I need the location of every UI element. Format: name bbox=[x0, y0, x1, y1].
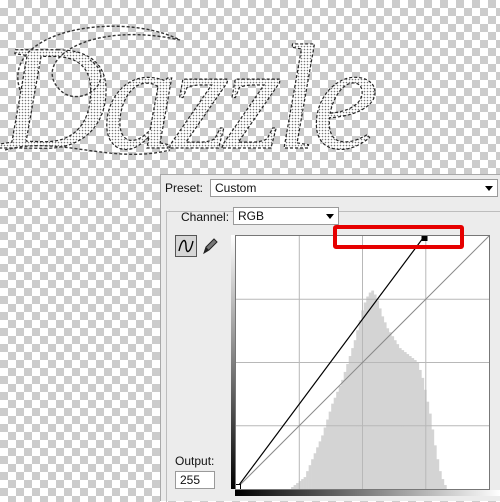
canvas-script-text: Dazzle bbox=[0, 15, 376, 175]
histogram-bar bbox=[443, 485, 447, 489]
input-gradient-bar bbox=[235, 490, 500, 496]
channel-value: RGB bbox=[238, 209, 265, 223]
histogram-bar bbox=[333, 397, 337, 489]
histogram-bar bbox=[441, 479, 445, 489]
curves-graph-svg[interactable] bbox=[235, 235, 490, 490]
histogram-bar bbox=[328, 411, 332, 489]
histogram-bar bbox=[323, 427, 327, 489]
curves-graph[interactable] bbox=[235, 235, 490, 490]
histogram-bar bbox=[411, 358, 415, 489]
histogram-bar bbox=[293, 485, 297, 489]
curve-tool-icon bbox=[178, 239, 194, 253]
histogram-bar bbox=[421, 377, 425, 489]
histogram-bar bbox=[431, 429, 435, 489]
histogram-bar bbox=[376, 300, 380, 489]
histogram-bar bbox=[356, 330, 360, 489]
histogram-bar bbox=[336, 391, 339, 489]
histogram-bar bbox=[403, 352, 407, 489]
channel-label: Channel: bbox=[181, 210, 230, 224]
histogram bbox=[291, 290, 447, 489]
chevron-down-icon bbox=[485, 186, 493, 191]
output-value: 255 bbox=[180, 473, 201, 487]
histogram-bar bbox=[406, 354, 410, 489]
histogram-bar bbox=[386, 328, 390, 489]
histogram-bar bbox=[313, 453, 317, 489]
histogram-bar bbox=[326, 419, 329, 489]
histogram-bar bbox=[346, 363, 350, 489]
histogram-bar bbox=[398, 348, 402, 489]
histogram-bar bbox=[341, 379, 345, 489]
histogram-bar bbox=[418, 369, 422, 489]
histogram-bar bbox=[308, 465, 312, 489]
histogram-bar bbox=[436, 459, 440, 489]
pencil-tool-button[interactable] bbox=[199, 235, 221, 257]
histogram-bar bbox=[311, 459, 314, 489]
curve-tool-button[interactable] bbox=[175, 235, 197, 257]
histogram-bar bbox=[433, 445, 437, 489]
histogram-bar bbox=[316, 447, 319, 489]
histogram-bar bbox=[428, 413, 432, 489]
histogram-bar bbox=[366, 296, 370, 489]
histogram-bar bbox=[388, 332, 392, 489]
canvas-artwork: Dazzle bbox=[0, 14, 382, 175]
histogram-bar bbox=[391, 336, 395, 489]
histogram-bar bbox=[343, 371, 347, 489]
preset-dropdown[interactable]: Custom bbox=[210, 179, 498, 197]
pencil-tool-icon bbox=[203, 238, 218, 255]
highlight-annotation-box bbox=[333, 225, 464, 249]
histogram-bar bbox=[426, 401, 430, 489]
histogram-bar bbox=[401, 350, 405, 489]
histogram-bar bbox=[291, 487, 294, 489]
output-field[interactable]: 255 bbox=[175, 471, 215, 489]
curves-panel: Preset: Custom Channel: RGB Output: 255 bbox=[160, 174, 500, 502]
histogram-bar bbox=[408, 356, 412, 489]
histogram-bar bbox=[338, 385, 342, 489]
histogram-bar bbox=[383, 322, 387, 489]
histogram-bar bbox=[331, 403, 334, 489]
histogram-bar bbox=[318, 441, 322, 489]
histogram-bar bbox=[306, 471, 309, 489]
histogram-bar bbox=[301, 479, 304, 489]
histogram-bar bbox=[373, 294, 377, 489]
preset-label: Preset: bbox=[165, 181, 204, 195]
output-label: Output: bbox=[175, 454, 215, 468]
chevron-down-icon bbox=[326, 214, 334, 219]
histogram-bar bbox=[321, 435, 324, 489]
channel-dropdown[interactable]: RGB bbox=[233, 207, 339, 225]
preset-value: Custom bbox=[215, 181, 257, 195]
histogram-bar bbox=[351, 348, 355, 489]
histogram-bar bbox=[378, 308, 382, 489]
histogram-bar bbox=[413, 360, 417, 489]
histogram-bar bbox=[303, 477, 307, 489]
histogram-bar bbox=[363, 302, 367, 489]
histogram-bar bbox=[396, 344, 400, 489]
histogram-bar bbox=[368, 292, 372, 489]
histogram-bar bbox=[438, 471, 442, 489]
histogram-bar bbox=[371, 290, 375, 489]
histogram-bar bbox=[296, 483, 299, 489]
curve-point-black[interactable] bbox=[235, 484, 241, 490]
histogram-bar bbox=[358, 320, 362, 489]
